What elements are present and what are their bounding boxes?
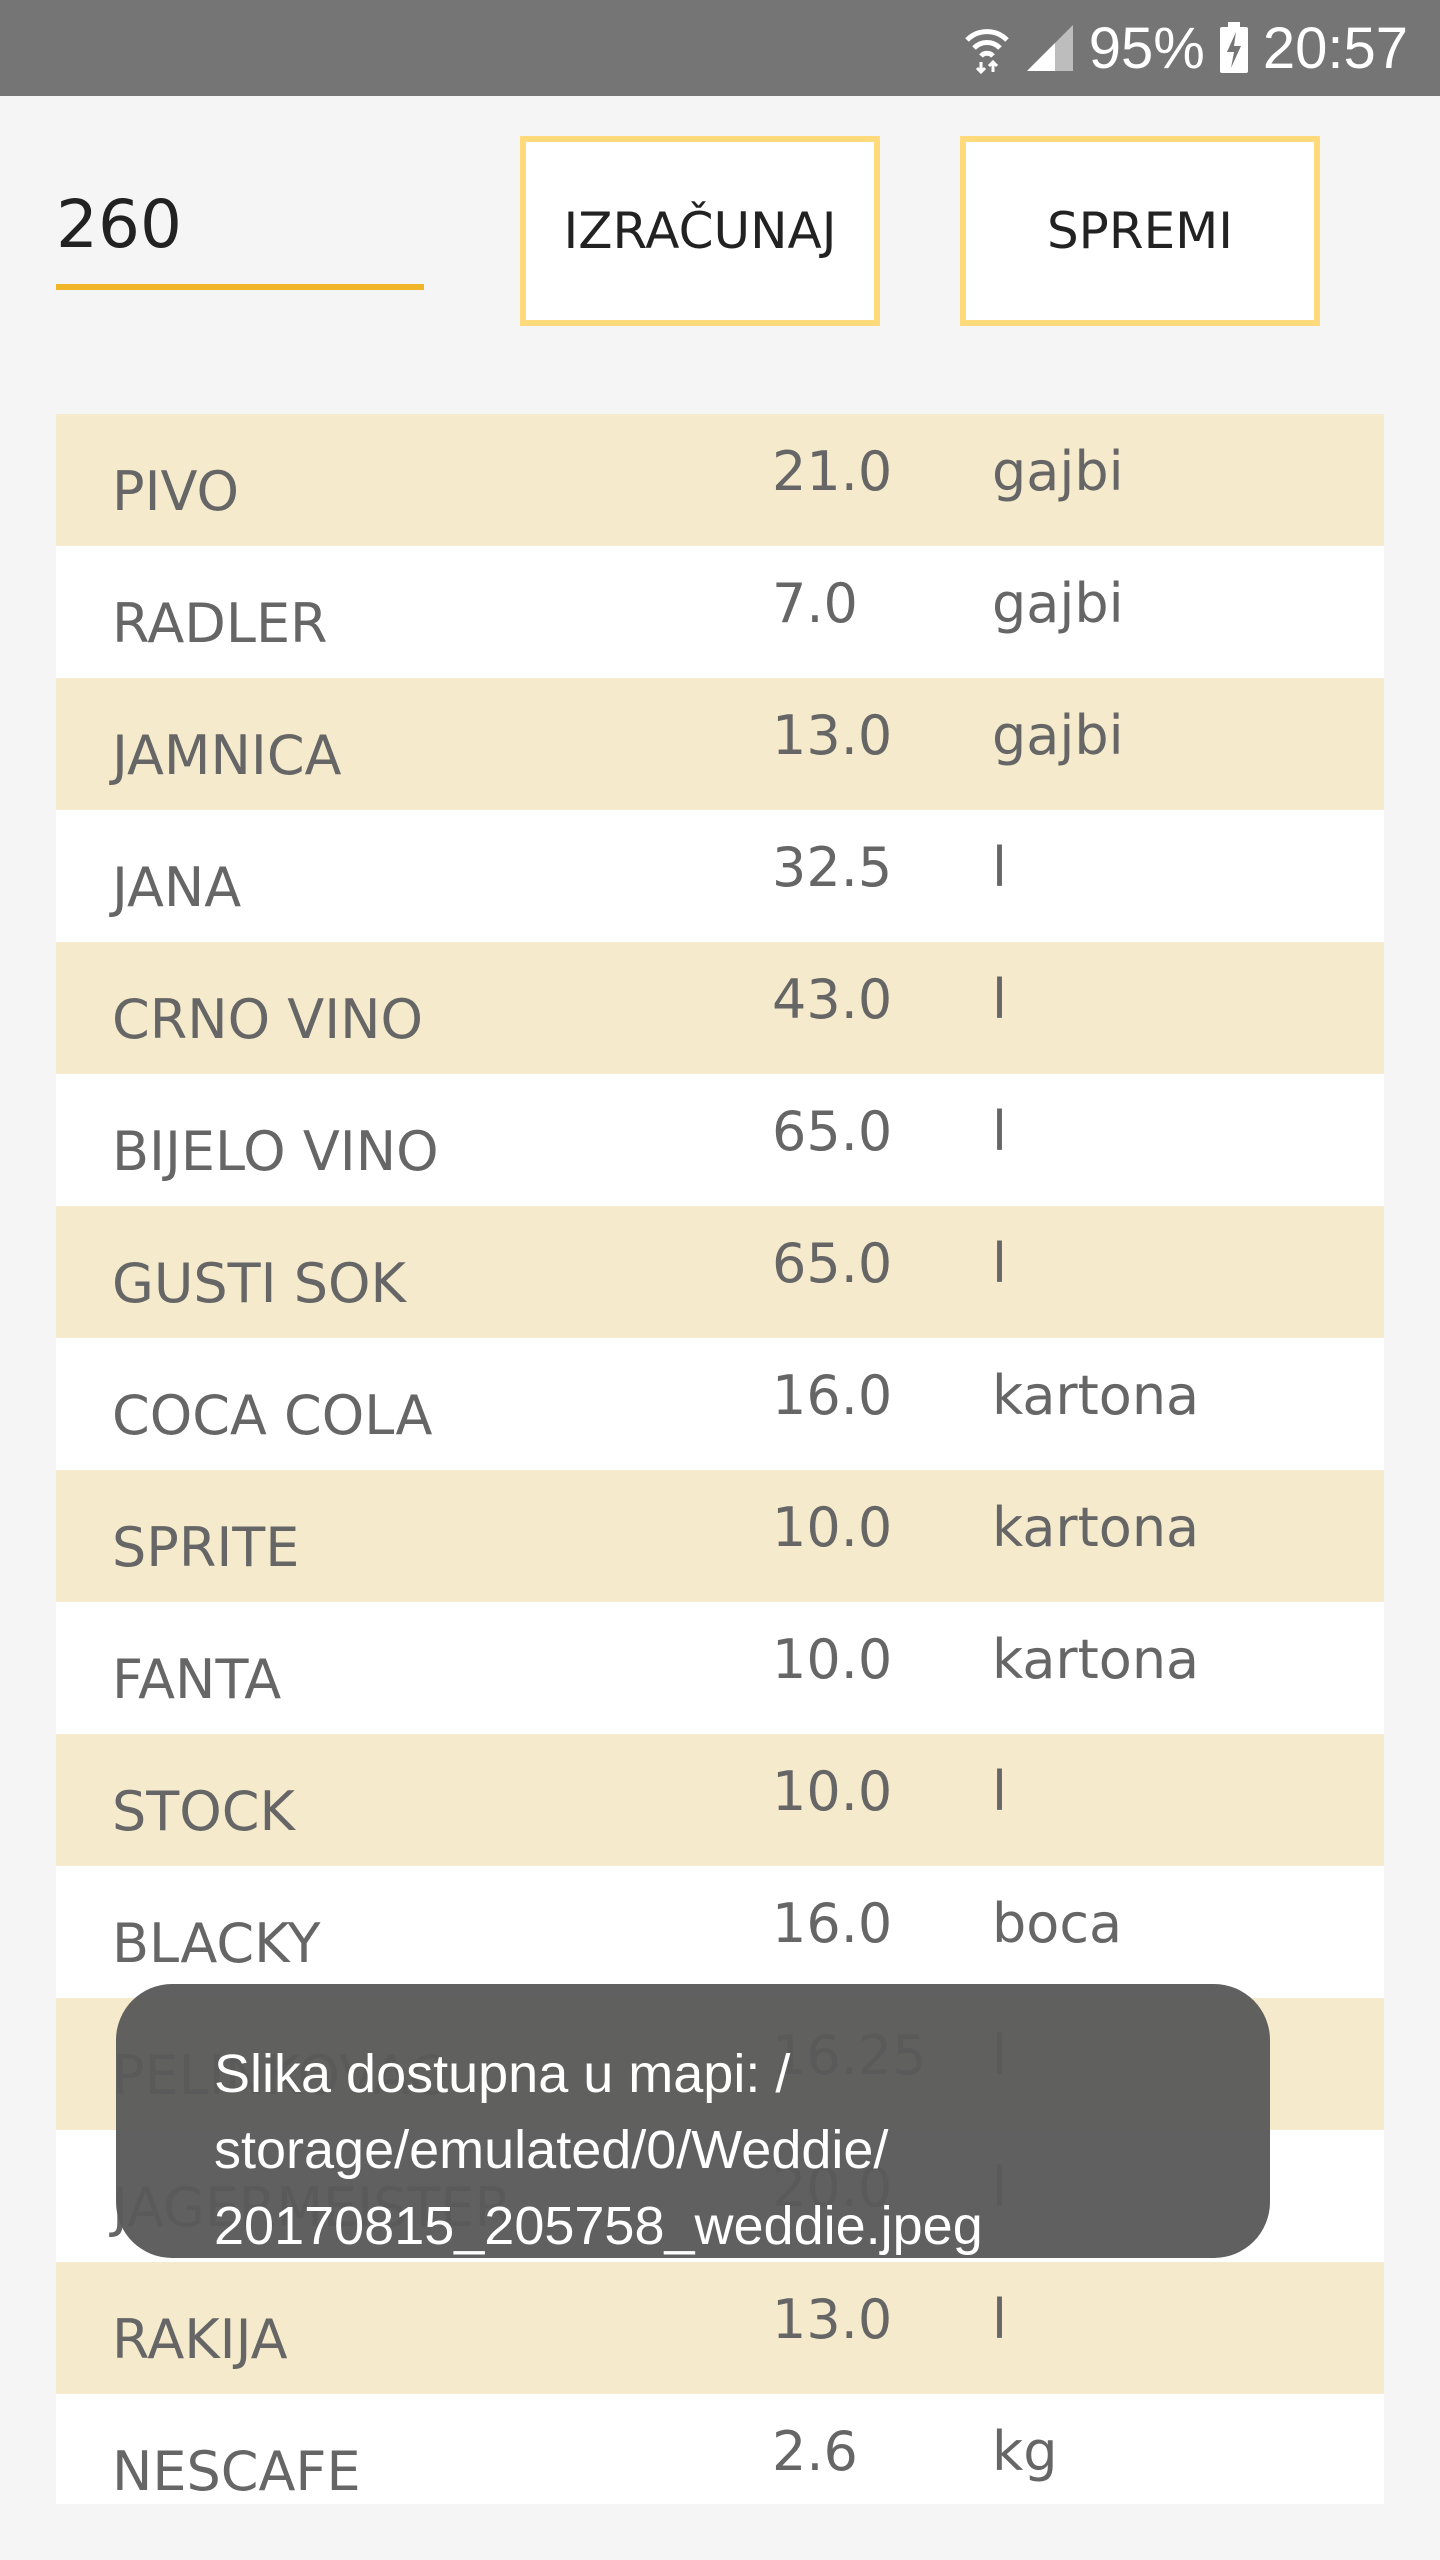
toast-line-3: 20170815_205758_weddie.jpeg <box>214 2196 983 2256</box>
item-quantity: 7.0 <box>772 572 858 635</box>
item-quantity: 32.5 <box>772 836 893 899</box>
item-name: RADLER <box>112 592 328 655</box>
item-name: SPRITE <box>112 1516 300 1579</box>
item-unit: kartona <box>992 1496 1200 1559</box>
toast-line-1: Slika dostupna u mapi: / <box>214 2044 791 2104</box>
item-unit: l <box>992 1100 1008 1163</box>
toast-message: Slika dostupna u mapi: / storage/emulate… <box>116 1984 1270 2258</box>
list-item[interactable]: SPRITE 10.0 kartona <box>56 1470 1384 1602</box>
item-quantity: 21.0 <box>772 440 893 503</box>
item-quantity: 10.0 <box>772 1760 893 1823</box>
item-unit: kartona <box>992 1364 1200 1427</box>
item-quantity: 16.0 <box>772 1364 893 1427</box>
item-unit: gajbi <box>992 572 1124 635</box>
item-quantity: 10.0 <box>772 1628 893 1691</box>
list-item[interactable]: COCA COLA 16.0 kartona <box>56 1338 1384 1470</box>
item-name: BLACKY <box>112 1912 321 1975</box>
battery-percent: 95% <box>1088 15 1205 81</box>
item-name: JANA <box>112 856 242 919</box>
item-quantity: 16.0 <box>772 1892 893 1955</box>
item-unit: kartona <box>992 1628 1200 1691</box>
item-name: PIVO <box>112 460 239 523</box>
item-quantity: 65.0 <box>772 1232 893 1295</box>
item-name: JAMNICA <box>112 724 342 787</box>
list-item[interactable]: RAKIJA 13.0 l <box>56 2262 1384 2394</box>
item-name: FANTA <box>112 1648 282 1711</box>
item-name: CRNO VINO <box>112 988 424 1051</box>
calculate-button[interactable]: IZRAČUNAJ <box>520 136 880 326</box>
item-unit: l <box>992 1232 1008 1295</box>
list-item[interactable]: BLACKY 16.0 boca <box>56 1866 1384 1998</box>
item-unit: l <box>992 968 1008 1031</box>
item-unit: boca <box>992 1892 1123 1955</box>
cell-signal-icon <box>1025 23 1075 73</box>
item-quantity: 10.0 <box>772 1496 893 1559</box>
list-item[interactable]: FANTA 10.0 kartona <box>56 1602 1384 1734</box>
list-item[interactable]: STOCK 10.0 l <box>56 1734 1384 1866</box>
amount-field[interactable] <box>56 180 424 290</box>
item-unit: kg <box>992 2420 1058 2483</box>
list-item[interactable]: BIJELO VINO 65.0 l <box>56 1074 1384 1206</box>
item-unit: l <box>992 2288 1008 2351</box>
item-name: BIJELO VINO <box>112 1120 439 1183</box>
list-item[interactable]: PIVO 21.0 gajbi <box>56 414 1384 546</box>
list-item[interactable]: JANA 32.5 l <box>56 810 1384 942</box>
battery-charging-icon <box>1219 22 1249 74</box>
item-unit: gajbi <box>992 704 1124 767</box>
list-item[interactable]: NESCAFE 2.6 kg <box>56 2394 1384 2504</box>
item-quantity: 43.0 <box>772 968 893 1031</box>
list-item[interactable]: CRNO VINO 43.0 l <box>56 942 1384 1074</box>
amount-input[interactable] <box>56 186 424 263</box>
item-name: STOCK <box>112 1780 295 1843</box>
item-name: COCA COLA <box>112 1384 433 1447</box>
list-item[interactable]: RADLER 7.0 gajbi <box>56 546 1384 678</box>
item-quantity: 65.0 <box>772 1100 893 1163</box>
wifi-icon <box>963 22 1011 74</box>
item-quantity: 2.6 <box>772 2420 858 2483</box>
item-quantity: 13.0 <box>772 2288 893 2351</box>
item-name: NESCAFE <box>112 2440 361 2503</box>
item-name: GUSTI SOK <box>112 1252 406 1315</box>
item-unit: l <box>992 1760 1008 1823</box>
toast-line-2: storage/emulated/0/Weddie/ <box>214 2120 889 2180</box>
clock: 20:57 <box>1262 15 1408 81</box>
status-indicators: 95% 20:57 <box>963 0 1408 96</box>
item-unit: l <box>992 836 1008 899</box>
list-item[interactable]: GUSTI SOK 65.0 l <box>56 1206 1384 1338</box>
item-name: RAKIJA <box>112 2308 288 2371</box>
save-button[interactable]: SPREMI <box>960 136 1320 326</box>
item-unit: gajbi <box>992 440 1124 503</box>
status-bar: 95% 20:57 <box>0 0 1440 96</box>
list-item[interactable]: JAMNICA 13.0 gajbi <box>56 678 1384 810</box>
item-quantity: 13.0 <box>772 704 893 767</box>
